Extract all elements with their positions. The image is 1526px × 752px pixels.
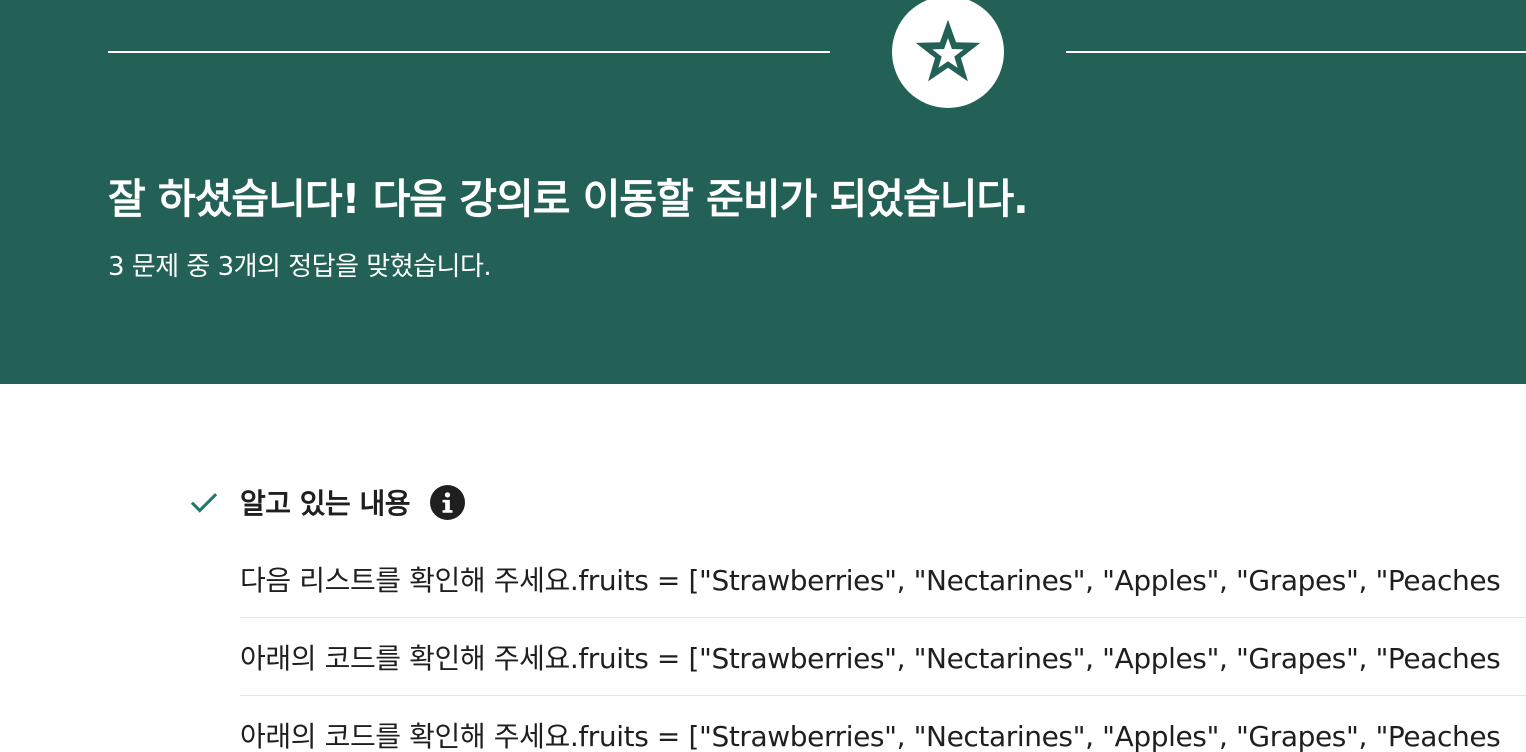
question-item-2[interactable]: 아래의 코드를 확인해 주세요.fruits = ["Strawberries"… — [240, 618, 1526, 696]
section-header: 알고 있는 내용 — [186, 480, 466, 524]
question-item-1[interactable]: 다음 리스트를 확인해 주세요.fruits = ["Strawberries"… — [240, 540, 1526, 618]
star-icon — [915, 19, 981, 82]
check-icon — [186, 484, 222, 520]
known-content-section: 알고 있는 내용 다음 리스트를 확인해 주세요.fruits = ["Stra… — [0, 384, 1526, 752]
banner-divider-left — [108, 51, 830, 53]
result-headline: 잘 하셨습니다! 다음 강의로 이동할 준비가 되었습니다. — [108, 175, 1029, 223]
banner-divider-right — [1066, 51, 1526, 53]
result-banner: 잘 하셨습니다! 다음 강의로 이동할 준비가 되었습니다. 3 문제 중 3개… — [0, 0, 1526, 384]
score-summary: 3 문제 중 3개의 정답을 맞혔습니다. — [108, 252, 492, 282]
section-title: 알고 있는 내용 — [240, 487, 411, 520]
question-list: 다음 리스트를 확인해 주세요.fruits = ["Strawberries"… — [240, 540, 1526, 752]
star-badge — [892, 0, 1004, 108]
info-icon[interactable] — [430, 484, 466, 520]
question-item-3[interactable]: 아래의 코드를 확인해 주세요.fruits = ["Strawberries"… — [240, 696, 1526, 752]
